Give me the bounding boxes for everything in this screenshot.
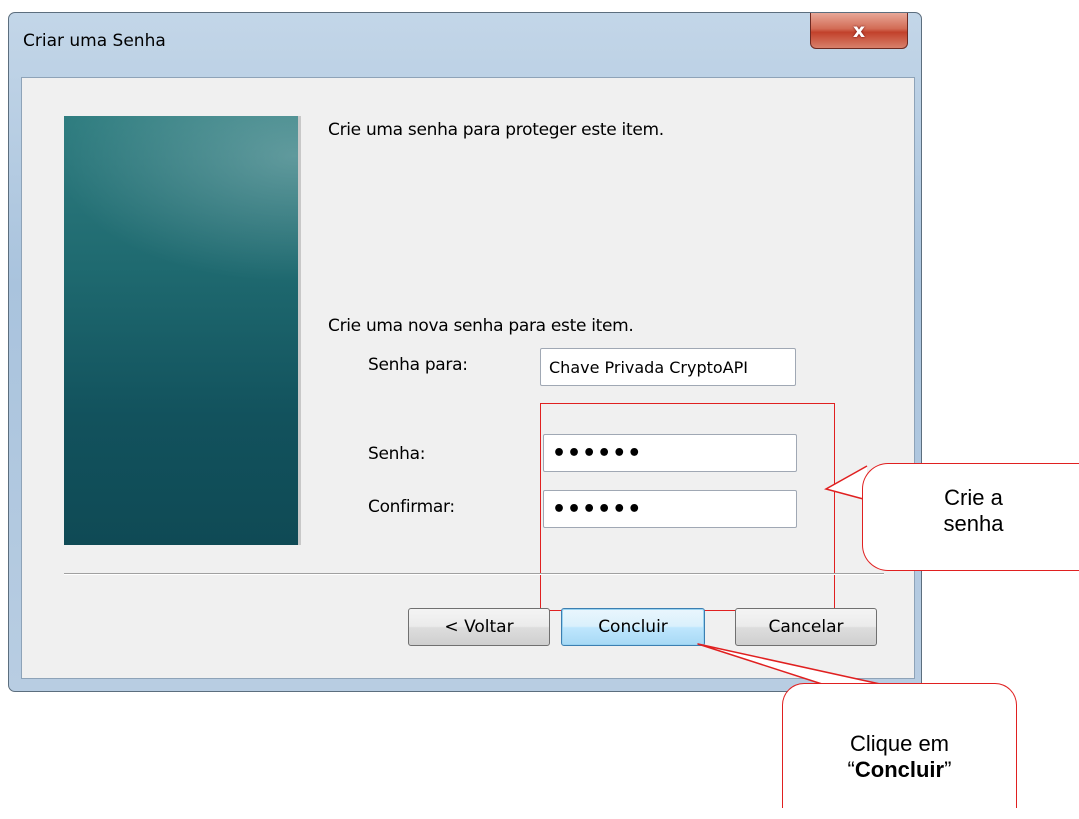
password-callout: Crie a senha (862, 463, 1079, 571)
password-callout-pointer (824, 465, 868, 501)
finish-callout-close-quote: ” (944, 757, 952, 782)
finish-callout: Clique em “Concluir” (782, 683, 1017, 808)
password-callout-line1: Crie a (944, 485, 1003, 510)
finish-callout-open-quote: “ (847, 757, 855, 782)
finish-callout-line1: Clique em (849, 731, 950, 756)
finish-callout-line2: “Concluir” (783, 757, 1016, 783)
finish-callout-bold: Concluir (854, 757, 945, 782)
finish-callout-pointer (697, 643, 881, 685)
password-callout-line2: senha (943, 511, 1004, 536)
